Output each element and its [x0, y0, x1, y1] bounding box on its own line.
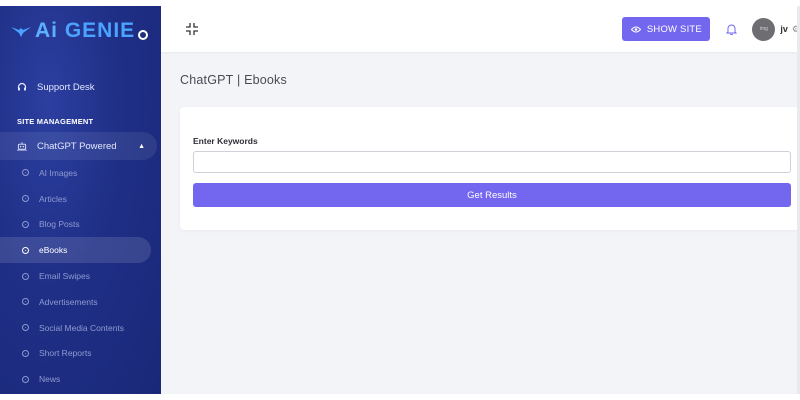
brand-dot-icon	[138, 30, 149, 40]
sidebar-item-social-media-contents[interactable]: Social Media Contents	[0, 315, 161, 341]
sidebar-item-news[interactable]: News	[0, 366, 161, 392]
circle-icon	[22, 220, 29, 228]
circle-icon	[22, 298, 29, 306]
sidebar-item-support-desk[interactable]: Support Desk	[0, 74, 161, 100]
sidebar-item-label: Short Reports	[39, 348, 92, 359]
sidebar-item-label: Social Media Contents	[39, 322, 125, 333]
collapse-icon[interactable]	[185, 22, 199, 36]
robot-icon	[17, 141, 27, 151]
sidebar-item-short-reports[interactable]: Short Reports	[0, 341, 161, 367]
sidebar-item-label: Support Desk	[37, 81, 95, 93]
bell-icon[interactable]	[726, 23, 738, 35]
brand-logo[interactable]: Ai GENIE	[0, 6, 161, 56]
sidebar-item-label: Advertisements	[39, 296, 98, 307]
avatar-image-label: img	[759, 26, 768, 32]
brand-name-rest: GENIE	[64, 19, 136, 42]
app-frame: Ai GENIE Support Desk SITE MANAGEMENT Ch…	[0, 6, 800, 394]
circle-icon	[22, 246, 29, 254]
topbar-actions: SHOW SITE img jv ⚙	[622, 17, 800, 41]
main-content: SHOW SITE img jv ⚙ ChatGPT | Ebooks Ente…	[161, 6, 800, 394]
keywords-input[interactable]	[193, 151, 791, 173]
sidebar-item-label: Articles	[39, 193, 67, 204]
circle-icon	[22, 324, 29, 332]
sidebar-item-label: eBooks	[39, 245, 68, 256]
eye-icon	[630, 26, 641, 32]
sidebar-item-ebooks[interactable]: eBooks	[0, 237, 151, 264]
get-results-button[interactable]: Get Results	[193, 183, 791, 207]
brand-name: Ai GENIE	[35, 19, 135, 43]
user-name[interactable]: jv	[780, 24, 788, 34]
sidebar-item-label: AI Images	[39, 167, 78, 178]
sidebar-item-articles[interactable]: Articles	[0, 186, 161, 212]
wing-icon	[11, 27, 31, 37]
circle-icon	[22, 349, 29, 357]
circle-icon	[22, 169, 29, 177]
sidebar-item-blog-posts[interactable]: Blog Posts	[0, 212, 161, 238]
circle-icon	[22, 272, 29, 280]
topbar: SHOW SITE img jv ⚙	[161, 6, 800, 52]
sidebar-item-label: News	[39, 374, 61, 385]
keyword-form-card: Enter Keywords Get Results	[180, 107, 800, 230]
headset-icon	[17, 82, 27, 92]
brand-name-ai: Ai	[35, 19, 58, 42]
circle-icon	[22, 195, 29, 203]
sidebar-group-chatgpt[interactable]: ChatGPT Powered ▲	[0, 132, 157, 160]
sidebar-item-advertisements[interactable]: Advertisements	[0, 289, 161, 315]
sidebar-item-email-swipes[interactable]: Email Swipes	[0, 263, 161, 289]
sidebar-item-ai-images[interactable]: AI Images	[0, 160, 161, 186]
keywords-label: Enter Keywords	[193, 136, 258, 146]
chevron-up-icon: ▲	[138, 142, 145, 150]
sidebar-item-label: Email Swipes	[39, 271, 91, 282]
show-site-button[interactable]: SHOW SITE	[622, 17, 711, 41]
avatar[interactable]: img	[752, 17, 776, 41]
section-label: SITE MANAGEMENT	[17, 116, 94, 126]
sidebar: Ai GENIE Support Desk SITE MANAGEMENT Ch…	[0, 6, 161, 394]
show-site-label: SHOW SITE	[646, 23, 702, 35]
sidebar-item-label: Blog Posts	[39, 219, 80, 230]
circle-icon	[22, 375, 29, 383]
sidebar-group-label: ChatGPT Powered	[37, 140, 117, 152]
page-title: ChatGPT | Ebooks	[180, 73, 287, 87]
